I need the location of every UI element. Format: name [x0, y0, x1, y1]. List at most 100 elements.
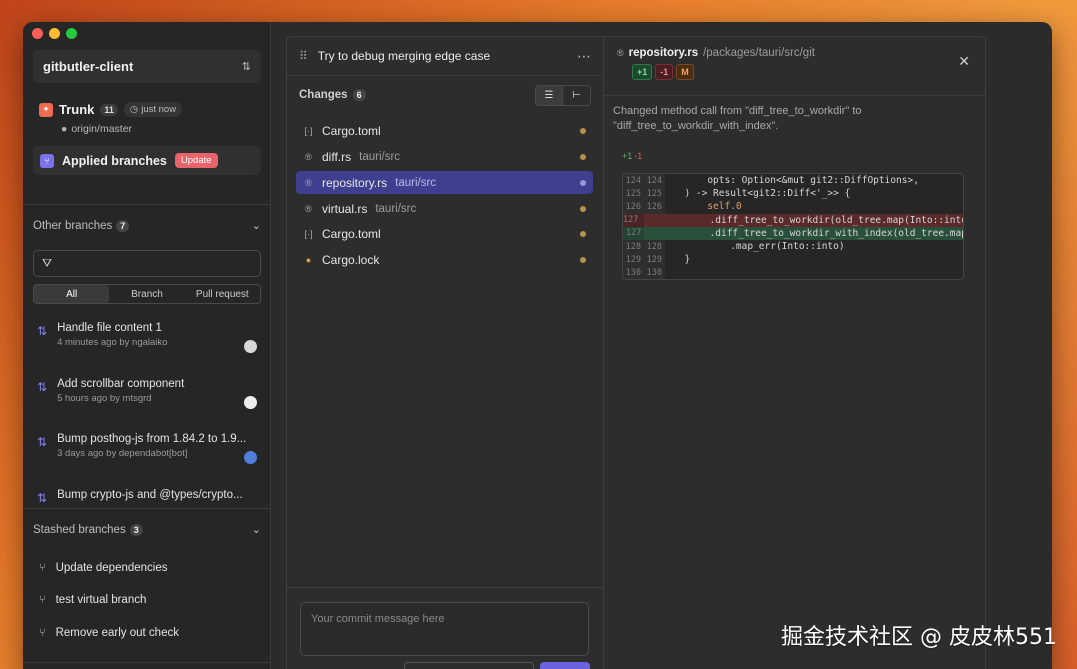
file-name: Cargo.toml: [322, 123, 381, 138]
list-item[interactable]: ⇅ Add scrollbar component 5 hours ago by…: [37, 378, 259, 409]
trunk-time: ◷ just now: [123, 102, 183, 117]
diff-panel: ® repository.rs /packages/tauri/src/git …: [604, 36, 986, 669]
code-line: 125 125 ) -> Result<git2::Diff<'_>> {: [623, 187, 963, 201]
branch-filter-input[interactable]: ⛛: [33, 250, 261, 277]
commit-options-button[interactable]: [404, 662, 534, 669]
branch-title: Bump crypto-js and @types/crypto...: [57, 489, 243, 501]
divider: [23, 204, 271, 205]
file-name: Cargo.toml: [322, 226, 381, 241]
code-text: .map_err(Into::into): [673, 241, 845, 253]
pull-request-icon: ⇅: [37, 491, 48, 505]
code-line: 130 130: [623, 266, 963, 279]
pull-request-icon: ⇅: [37, 435, 48, 449]
file-name: Cargo.lock: [322, 252, 380, 267]
lock-file-icon: ●: [305, 254, 312, 265]
chevron-down-icon[interactable]: ⌄: [252, 523, 261, 536]
more-options-icon[interactable]: ⋯: [577, 48, 591, 65]
list-item[interactable]: ⇅ Handle file content 1 4 minutes ago by…: [37, 322, 259, 353]
branch-meta: 5 hours ago by mtsgrd: [57, 393, 152, 404]
github-icon: ●: [61, 123, 68, 135]
update-badge[interactable]: Update: [174, 153, 218, 168]
lane-title[interactable]: Try to debug merging edge case: [318, 49, 577, 63]
branch-meta: 3 days ago by dependabot[bot]: [57, 448, 188, 459]
chevron-down-icon[interactable]: ⌄: [252, 219, 261, 232]
tab-branch[interactable]: Branch: [109, 285, 184, 303]
old-line-number: 124: [623, 174, 644, 188]
list-item[interactable]: ⑂ Update dependencies: [39, 562, 168, 574]
list-view-icon[interactable]: ☰: [536, 85, 563, 105]
branch-icon: ⑂: [39, 594, 46, 606]
avatar: [244, 340, 257, 353]
additions-badge: +1: [632, 64, 653, 80]
drag-handle-icon[interactable]: ⠿: [299, 49, 308, 63]
file-row[interactable]: [·] Cargo.toml: [296, 222, 593, 245]
list-item[interactable]: ⑂ test virtual branch: [39, 594, 146, 606]
window-controls: [32, 28, 77, 39]
modified-indicator: [580, 230, 586, 237]
list-item[interactable]: ⑂ Remove early out check: [39, 627, 179, 639]
file-name: diff.rs: [322, 149, 352, 164]
project-selector[interactable]: gitbutler-client ⇅: [33, 50, 261, 83]
tree-view-icon[interactable]: ⊢: [563, 86, 590, 105]
stashed-branches-label: Stashed branches: [33, 523, 126, 536]
close-window-button[interactable]: [32, 28, 43, 39]
tab-pull-request[interactable]: Pull request: [185, 285, 260, 303]
view-toggle: ☰ ⊢: [535, 84, 591, 106]
toml-file-icon: [·]: [304, 228, 313, 239]
applied-branches-icon: ⑂: [40, 153, 54, 168]
list-item[interactable]: ⇅ Bump crypto-js and @types/crypto...: [37, 489, 259, 505]
new-line-number: 127: [626, 226, 645, 240]
code-line-deleted: 127 .diff_tree_to_workdir(old_tree.map(I…: [623, 213, 963, 227]
other-branches-label: Other branches: [33, 219, 113, 232]
code-text: self.0: [673, 201, 742, 213]
branch-title: Handle file content 1: [57, 322, 162, 334]
toml-file-icon: [·]: [304, 125, 313, 136]
lane-header: ⠿ Try to debug merging edge case ⋯: [287, 37, 603, 76]
branch-meta: 4 minutes ago by ngalaiko: [57, 337, 168, 348]
list-item[interactable]: ⇅ Bump posthog-js from 1.84.2 to 1.9... …: [37, 433, 259, 464]
commit-button[interactable]: [540, 662, 590, 669]
commit-area: Your commit message here: [287, 587, 603, 669]
rust-file-icon: ®: [617, 48, 624, 58]
file-row[interactable]: ® diff.rs tauri/src: [296, 145, 593, 168]
changes-label: Changes: [299, 89, 348, 101]
trunk-section[interactable]: ✦ Trunk 11 ◷ just now ● origin/master: [39, 102, 259, 135]
file-row[interactable]: ® virtual.rs tauri/src: [296, 197, 593, 220]
new-line-number: 130: [644, 266, 665, 279]
commit-message-input[interactable]: Your commit message here: [300, 602, 589, 656]
trunk-count: 11: [100, 103, 118, 116]
code-diff: 124 124 opts: Option<&mut git2::DiffOpti…: [622, 173, 964, 280]
branch-lane: ⠿ Try to debug merging edge case ⋯ Chang…: [286, 36, 604, 669]
other-branches-count: 7: [116, 219, 130, 232]
code-line: 129 129 }: [623, 253, 963, 267]
app-window: gitbutler-client ⇅ ✦ Trunk 11 ◷ just now…: [23, 22, 1052, 669]
other-branches-header[interactable]: Other branches 7 ⌄: [33, 219, 261, 232]
stashed-branches-header[interactable]: Stashed branches 3 ⌄: [33, 523, 261, 536]
tab-all[interactable]: All: [34, 285, 110, 303]
file-row-selected[interactable]: ® repository.rs tauri/src: [296, 171, 593, 194]
old-line-number: 126: [623, 200, 644, 214]
close-icon[interactable]: ✕: [958, 53, 970, 70]
modified-indicator: [580, 205, 586, 212]
hunk-deletions: -1: [634, 151, 643, 161]
project-name: gitbutler-client: [43, 59, 134, 74]
applied-branches-item[interactable]: ⑂ Applied branches Update: [33, 146, 261, 175]
file-path: tauri/src: [375, 202, 417, 215]
old-line-number: 125: [623, 187, 644, 201]
file-path: tauri/src: [395, 176, 437, 189]
divider: [23, 662, 271, 663]
sidebar: gitbutler-client ⇅ ✦ Trunk 11 ◷ just now…: [23, 22, 271, 669]
filter-icon: ⛛: [42, 256, 53, 270]
avatar: [244, 396, 257, 409]
code-line: 126 126 self.0: [623, 200, 963, 214]
new-line-number: 128: [644, 239, 665, 254]
stash-title: test virtual branch: [55, 594, 147, 606]
file-row[interactable]: [·] Cargo.toml: [296, 119, 593, 142]
minimize-window-button[interactable]: [49, 28, 60, 39]
diff-file-name: repository.rs: [628, 47, 699, 59]
rust-file-icon: ®: [305, 151, 312, 162]
new-line-number: 126: [644, 200, 665, 214]
rust-file-icon: ®: [305, 203, 312, 214]
zoom-window-button[interactable]: [66, 28, 77, 39]
file-row[interactable]: ● Cargo.lock: [296, 248, 593, 271]
